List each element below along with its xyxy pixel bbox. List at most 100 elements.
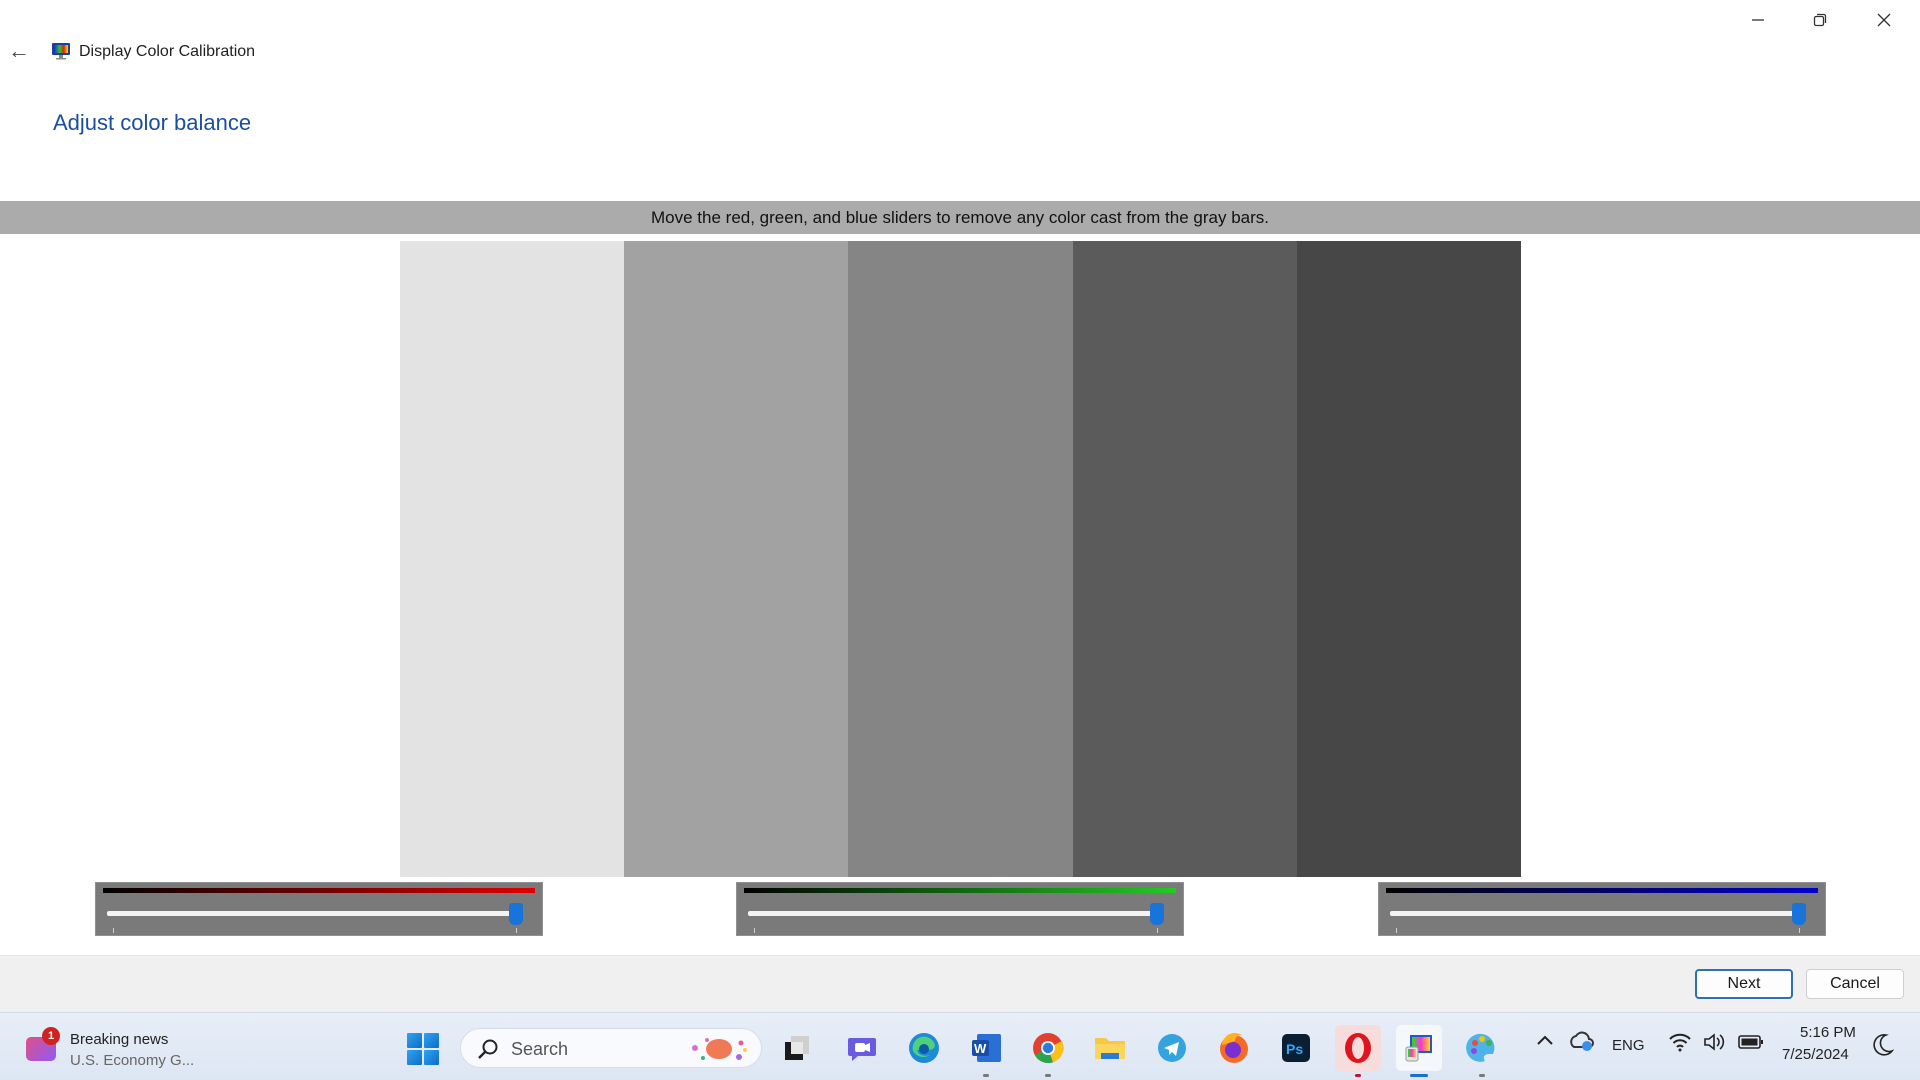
slider-tick <box>1396 928 1397 933</box>
window-title: Display Color Calibration <box>79 43 256 60</box>
volume-button[interactable] <box>1703 1032 1727 1056</box>
red-slider-thumb[interactable] <box>509 903 523 925</box>
running-indicator <box>983 1074 989 1077</box>
firefox-icon <box>1220 1032 1248 1063</box>
running-indicator <box>1355 1074 1361 1077</box>
task-view-button[interactable] <box>778 1029 816 1067</box>
blue-gradient <box>1386 888 1818 893</box>
svg-text:Ps: Ps <box>1286 1041 1303 1057</box>
instruction-banner: Move the red, green, and blue sliders to… <box>0 201 1920 234</box>
windows-logo-pane <box>407 1033 422 1048</box>
telegram-icon <box>1158 1034 1186 1062</box>
search-icon <box>478 1039 498 1059</box>
news-subtitle: U.S. Economy G... <box>70 1052 195 1069</box>
volume-icon <box>1704 1033 1725 1051</box>
chevron-up-icon <box>1537 1035 1553 1045</box>
taskbar-app-teams[interactable] <box>843 1029 881 1067</box>
gray-bar <box>1072 241 1297 877</box>
notification-badge: 1 <box>42 1027 60 1045</box>
taskbar-app-word[interactable]: W <box>967 1029 1005 1077</box>
windows-logo-pane <box>407 1050 422 1065</box>
next-button[interactable]: Next <box>1695 969 1793 999</box>
taskbar-app-firefox[interactable] <box>1215 1029 1253 1067</box>
notifications-button[interactable] <box>1872 1033 1895 1061</box>
close-icon <box>1877 13 1891 27</box>
gray-bar <box>400 241 625 877</box>
running-indicator <box>1045 1074 1051 1077</box>
word-icon: W <box>972 1034 1001 1062</box>
onedrive-sync-button[interactable] <box>1568 1029 1594 1057</box>
chrome-icon <box>1033 1033 1064 1063</box>
slider-tick <box>1157 928 1158 933</box>
clock-time[interactable]: 5:16 PM <box>1800 1024 1856 1041</box>
news-title: Breaking news <box>70 1031 169 1048</box>
opera-icon <box>1345 1033 1371 1063</box>
blue-slider-track[interactable] <box>1390 911 1799 916</box>
photoshop-icon: Ps <box>1282 1034 1310 1062</box>
page-heading: Adjust color balance <box>53 110 252 135</box>
search-box[interactable]: Search <box>460 1028 762 1068</box>
blue-slider-thumb[interactable] <box>1792 903 1806 925</box>
windows-logo-pane <box>424 1033 439 1048</box>
restore-button[interactable] <box>1790 0 1850 40</box>
back-button[interactable]: ← <box>6 38 32 64</box>
start-button[interactable] <box>407 1033 439 1065</box>
gray-bars <box>400 241 1522 877</box>
gray-bar <box>1296 241 1522 877</box>
display-calibration-app-icon <box>52 43 70 60</box>
taskbar-app-opera[interactable] <box>1335 1025 1381 1077</box>
taskbar-app-edge[interactable] <box>905 1029 943 1067</box>
windows-logo-pane <box>424 1050 439 1065</box>
moon-icon <box>1873 1034 1895 1056</box>
close-button[interactable] <box>1854 0 1914 40</box>
running-indicator <box>1479 1074 1485 1077</box>
green-slider-panel <box>736 882 1184 936</box>
search-placeholder: Search <box>511 1039 569 1059</box>
slider-tick <box>1799 928 1800 933</box>
red-slider-panel <box>95 882 543 936</box>
green-gradient <box>744 888 1176 893</box>
news-widget[interactable]: 1 Breaking news U.S. Economy G... <box>26 1025 226 1069</box>
minimize-button[interactable] <box>1728 0 1788 40</box>
paint-palette-icon <box>1466 1033 1495 1062</box>
gray-bar <box>848 241 1073 877</box>
taskbar-app-chrome[interactable] <box>1029 1029 1067 1077</box>
minimize-icon <box>1752 19 1764 21</box>
teams-chat-icon <box>848 1038 876 1061</box>
title-bar: ← Display Color Calibration <box>0 0 1920 70</box>
slider-tick <box>113 928 114 933</box>
blue-slider-panel <box>1378 882 1826 936</box>
taskbar-app-file-explorer[interactable] <box>1091 1029 1129 1067</box>
footer-bar: Next Cancel <box>0 955 1920 1012</box>
gray-bar <box>624 241 849 877</box>
active-indicator <box>1410 1074 1428 1077</box>
red-gradient <box>103 888 535 893</box>
red-slider-track[interactable] <box>107 911 516 916</box>
svg-text:W: W <box>974 1041 987 1056</box>
restore-icon <box>1813 13 1827 27</box>
arrow-left-icon: ← <box>8 38 30 63</box>
taskbar-app-telegram[interactable] <box>1153 1029 1191 1067</box>
slider-tick <box>754 928 755 933</box>
slider-tick <box>516 928 517 933</box>
taskbar-app-display-color-calibration[interactable] <box>1396 1025 1442 1077</box>
folder-icon <box>1095 1038 1125 1059</box>
cancel-button[interactable]: Cancel <box>1806 969 1904 999</box>
taskbar-app-photoshop[interactable]: Ps <box>1277 1029 1315 1067</box>
show-hidden-icons-button[interactable] <box>1536 1033 1554 1051</box>
green-slider-thumb[interactable] <box>1150 903 1164 925</box>
instruction-text: Move the red, green, and blue sliders to… <box>651 207 1269 227</box>
display-calibration-icon <box>1405 1035 1432 1062</box>
green-slider-track[interactable] <box>748 911 1157 916</box>
battery-icon <box>1738 1035 1763 1049</box>
battery-button[interactable] <box>1738 1034 1764 1054</box>
wifi-icon <box>1669 1033 1691 1052</box>
clock-date[interactable]: 7/25/2024 <box>1782 1046 1849 1063</box>
language-indicator[interactable]: ENG <box>1612 1037 1645 1054</box>
wifi-button[interactable] <box>1668 1032 1692 1056</box>
edge-icon <box>909 1033 939 1063</box>
cloud-sync-icon <box>1570 1031 1594 1051</box>
search-highlight-brain-icon <box>692 1038 747 1060</box>
taskbar-app-paint[interactable] <box>1463 1029 1501 1077</box>
task-view-icon <box>785 1036 809 1060</box>
